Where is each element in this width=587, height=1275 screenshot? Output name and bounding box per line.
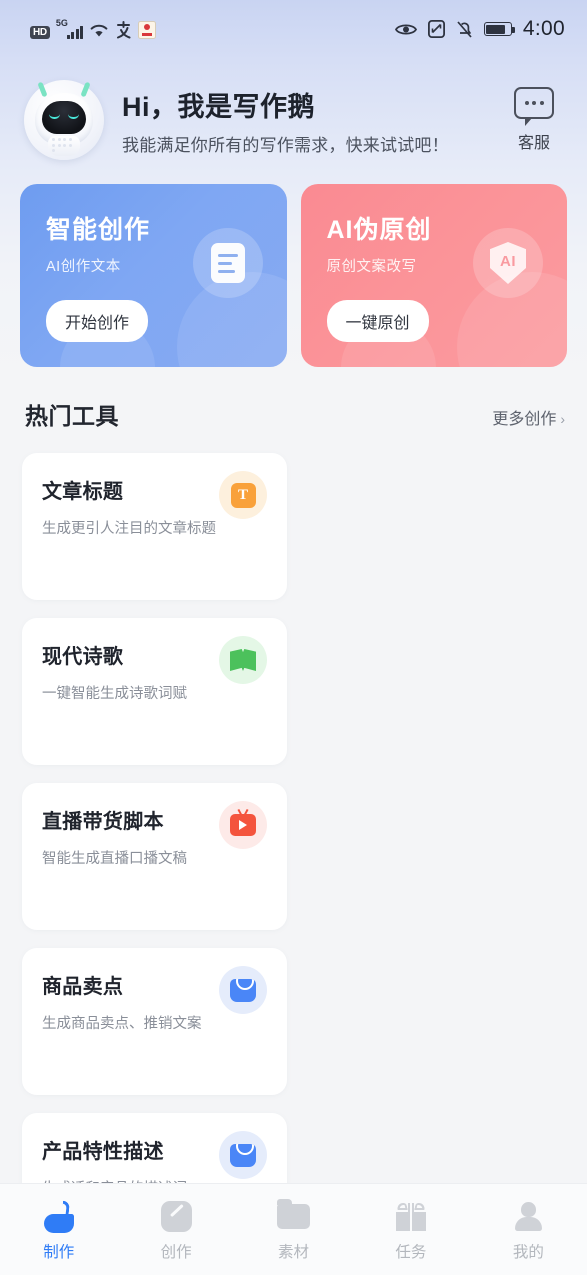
hero-title: Hi，我是写作鹅 <box>122 91 315 122</box>
eye-icon <box>394 23 417 35</box>
tab-tasks[interactable]: 任务 <box>352 1198 469 1262</box>
hero-subtitle: 我能满足你所有的写作需求，快来试试吧！ <box>122 135 449 155</box>
banner-card-row: 智能创作 AI创作文本 开始创作 AI伪原创 原创文案改写 AI 一键原创 <box>0 160 587 367</box>
gift-icon <box>352 1198 469 1236</box>
book-glyph <box>230 649 256 671</box>
tab-label: 任务 <box>395 1243 427 1261</box>
shield-ai-label: AI <box>500 253 516 270</box>
chevron-right-icon: › <box>560 411 565 427</box>
shield-ai-icon: AI <box>473 228 543 298</box>
user-icon <box>470 1198 587 1236</box>
shopping-bag-glyph <box>230 978 256 1002</box>
wifi-icon <box>90 24 108 37</box>
mascot-ear-left-icon <box>37 81 48 98</box>
hd-badge-icon: HD <box>30 26 50 39</box>
shopping-bag-glyph <box>230 1143 256 1167</box>
mascot-eye-right <box>68 114 79 119</box>
tab-label: 制作 <box>43 1243 75 1261</box>
mute-bell-icon <box>457 20 472 38</box>
pencil-square-icon <box>117 1198 234 1236</box>
hot-tools-section-header: 热门工具 更多创作 › <box>0 367 587 431</box>
signal-bars-icon: 5G <box>55 18 84 39</box>
status-bar: HD 5G 4:00 <box>0 0 587 58</box>
tab-label: 我的 <box>512 1243 544 1261</box>
tool-description: 生成更引人注目的文章标题 <box>42 521 216 537</box>
tab-materials[interactable]: 素材 <box>235 1198 352 1262</box>
section-title-hot-tools: 热门工具 <box>25 403 119 429</box>
document-icon <box>192 228 263 298</box>
network-type-label: 5G <box>55 18 68 28</box>
tool-card-article-title[interactable]: 文章标题 生成更引人注目的文章标题 T <box>22 453 287 600</box>
live-tv-icon <box>219 801 267 849</box>
banner-card-smart-writing[interactable]: 智能创作 AI创作文本 开始创作 <box>20 184 287 367</box>
swan-icon <box>0 1198 117 1236</box>
status-bar-right: 4:00 <box>394 17 565 41</box>
folder-icon <box>235 1198 352 1236</box>
app-screen: HD 5G 4:00 Hi，我是写作鹅 我能满足你所有的写作需求，快来试试吧！ … <box>0 0 587 1275</box>
banner-card-ai-rewrite[interactable]: AI伪原创 原创文案改写 AI 一键原创 <box>300 184 567 367</box>
tool-card-product-selling-points[interactable]: 商品卖点 生成商品卖点、推销文案 <box>22 948 287 1095</box>
status-bar-left: HD 5G <box>30 18 157 39</box>
mascot-eye-left <box>49 114 60 119</box>
more-creations-link[interactable]: 更多创作 › <box>492 405 565 429</box>
customer-service-button[interactable]: 客服 <box>503 87 565 153</box>
mascot-body-dots <box>52 138 76 152</box>
shield-glyph: AI <box>490 242 526 284</box>
mascot-ear-right-icon <box>80 81 91 98</box>
customer-service-label: 客服 <box>517 135 550 152</box>
tool-card-live-script[interactable]: 直播带货脚本 智能生成直播口播文稿 <box>22 783 287 930</box>
robot-mascot-avatar <box>24 80 104 160</box>
chat-bubble-icon <box>514 87 554 126</box>
input-method-icon <box>117 21 131 39</box>
tool-description: 智能生成直播口播文稿 <box>42 851 187 867</box>
tab-label: 素材 <box>278 1243 310 1261</box>
tab-produce[interactable]: 制作 <box>0 1198 117 1262</box>
tool-description: 一键智能生成诗歌词赋 <box>42 686 187 702</box>
live-tv-glyph <box>230 814 256 836</box>
bottom-tab-bar: 制作 创作 素材 任务 我的 <box>0 1183 587 1275</box>
text-t-icon: T <box>219 471 267 519</box>
tool-description: 生成商品卖点、推销文案 <box>42 1016 202 1032</box>
tab-mine[interactable]: 我的 <box>470 1198 587 1262</box>
tab-create[interactable]: 创作 <box>117 1198 234 1262</box>
book-icon <box>219 636 267 684</box>
tool-card-modern-poetry[interactable]: 现代诗歌 一键智能生成诗歌词赋 <box>22 618 287 765</box>
battery-icon <box>483 22 515 36</box>
status-bar-clock: 4:00 <box>522 17 565 40</box>
nfc-icon <box>427 20 445 38</box>
hot-tools-grid: 文章标题 生成更引人注目的文章标题 T 现代诗歌 一键智能生成诗歌词赋 直播带货… <box>0 431 587 1275</box>
hero-header: Hi，我是写作鹅 我能满足你所有的写作需求，快来试试吧！ 客服 <box>0 58 587 160</box>
more-creations-label: 更多创作 <box>492 411 557 428</box>
signal-strength-bars <box>66 25 84 39</box>
banner-action-button[interactable]: 开始创作 <box>46 300 149 342</box>
shopping-bag-icon <box>219 1131 267 1179</box>
mascot-visor <box>42 101 86 134</box>
document-glyph <box>210 243 245 283</box>
shopping-bag-icon <box>219 966 267 1014</box>
text-t-glyph: T <box>230 482 256 508</box>
banner-action-button[interactable]: 一键原创 <box>326 300 429 342</box>
tab-label: 创作 <box>160 1243 192 1261</box>
hero-text-block: Hi，我是写作鹅 我能满足你所有的写作需求，快来试试吧！ <box>104 85 503 156</box>
app-badge-icon <box>138 21 157 39</box>
